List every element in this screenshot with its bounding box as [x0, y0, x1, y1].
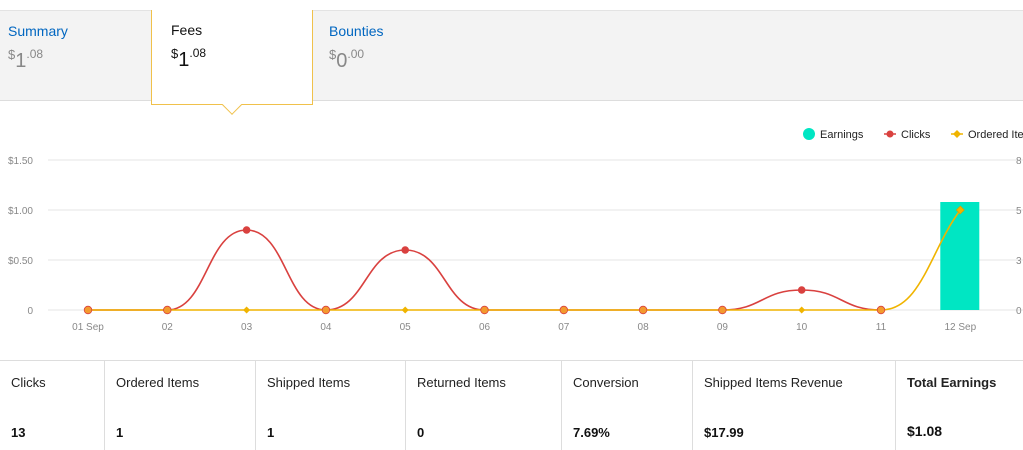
- stat-value: $1.08: [907, 423, 943, 439]
- clicks-legend-label: Clicks: [901, 129, 931, 141]
- x-axis-tick: 03: [241, 322, 253, 333]
- tab-summary-amount: $1.08: [8, 47, 43, 73]
- stat-value: 13: [11, 425, 26, 440]
- stat-value: 7.69%: [573, 425, 610, 440]
- legend-item-earnings[interactable]: Earnings: [803, 128, 864, 141]
- right-axis-tick: 5: [1016, 206, 1022, 217]
- x-axis-tick: 04: [320, 322, 332, 333]
- chart-grid: [48, 159, 1023, 311]
- tab-bounties[interactable]: Bounties $0.00: [321, 11, 481, 101]
- x-axis-tick: 01 Sep: [72, 322, 104, 333]
- ordered-items-marker: [401, 306, 409, 314]
- stat-label: Conversion: [573, 375, 639, 390]
- stat-label: Shipped Items: [267, 375, 351, 390]
- amount-integer: 0: [336, 50, 348, 72]
- tab-bounties-title: Bounties: [329, 23, 384, 39]
- amount-integer: 1: [15, 50, 27, 72]
- earnings-legend-marker: [803, 128, 815, 140]
- x-axis-tick: 12 Sep: [944, 322, 976, 333]
- stat-total-earnings: Total Earnings $1.08: [895, 361, 1023, 450]
- right-axis-tick: 3: [1016, 256, 1022, 267]
- amount-integer: 1: [178, 49, 190, 71]
- stat-label: Ordered Items: [116, 375, 200, 390]
- amount-decimal: .08: [189, 46, 207, 60]
- left-axis-tick: 0: [27, 306, 33, 317]
- stat-conversion: Conversion 7.69%: [561, 361, 692, 450]
- clicks-marker: [242, 226, 251, 234]
- x-axis-tick: 08: [638, 322, 650, 333]
- stats-row: Clicks 13 Ordered Items 1 Shipped Items …: [0, 360, 1023, 450]
- tab-summary-title: Summary: [8, 23, 68, 39]
- tab-fees[interactable]: Fees $1.08: [151, 10, 313, 115]
- ordered-legend-marker: [953, 130, 961, 138]
- ordered-legend-label: Ordered Items: [968, 129, 1023, 141]
- stat-label: Shipped Items Revenue: [704, 375, 843, 390]
- earnings-bars: [940, 202, 980, 310]
- tab-fees-title: Fees: [171, 22, 203, 38]
- earnings-chart: Earnings Clicks Ordered Items 0 $0.50 $1.0…: [8, 128, 1023, 333]
- stat-value: 1: [116, 425, 124, 440]
- stat-value: $17.99: [704, 425, 744, 440]
- legend-item-ordered-items[interactable]: Ordered Items: [951, 129, 1023, 141]
- right-axis-tick: 8: [1016, 156, 1022, 167]
- stat-label: Clicks: [11, 375, 46, 390]
- tab-summary[interactable]: Summary $1.08: [0, 11, 151, 101]
- ordered-items-marker: [243, 306, 251, 314]
- x-axis-tick: 09: [717, 322, 729, 333]
- earnings-bar: [940, 202, 980, 310]
- clicks-marker: [321, 305, 331, 315]
- x-axis-tick: 02: [162, 322, 174, 333]
- x-axis-tick: 06: [479, 322, 491, 333]
- stat-shipped-items: Shipped Items 1: [255, 361, 405, 450]
- x-axis-tick: 10: [796, 322, 808, 333]
- clicks-line: [88, 229, 882, 311]
- stat-label: Total Earnings: [907, 375, 997, 390]
- amount-decimal: .08: [26, 47, 44, 61]
- report-tabs: Summary $1.08 Fees $1.08 Bounties $0.00: [0, 10, 1023, 115]
- clicks-marker: [401, 246, 410, 254]
- stat-shipped-items-revenue: Shipped Items Revenue $17.99: [692, 361, 895, 450]
- x-axis-tick: 11: [876, 322, 887, 333]
- stat-label: Returned Items: [417, 375, 506, 390]
- left-axis-tick: $1.50: [8, 156, 33, 167]
- amount-decimal: .00: [347, 47, 365, 61]
- chart-legend: Earnings Clicks Ordered Items: [803, 128, 1023, 141]
- clicks-marker: [163, 305, 172, 315]
- axis-labels: 0$0.50$1.00$1.50035801 Sep 02 03 04 05 06 07 08…: [8, 156, 1022, 333]
- clicks-legend-marker: [886, 130, 894, 138]
- ordered-items-marker: [798, 306, 806, 314]
- left-axis-tick: $1.00: [8, 206, 33, 217]
- stat-value: 0: [417, 425, 425, 440]
- clicks-marker: [718, 305, 727, 315]
- left-axis-tick: $0.50: [8, 256, 33, 267]
- earnings-legend-label: Earnings: [820, 129, 864, 141]
- clicks-marker: [876, 305, 886, 315]
- x-axis-tick: 07: [558, 322, 570, 333]
- stat-clicks: Clicks 13: [0, 361, 104, 450]
- tab-fees-amount: $1.08: [171, 46, 206, 72]
- clicks-marker: [638, 305, 648, 315]
- clicks-marker: [83, 305, 93, 315]
- clicks-marker: [480, 305, 489, 315]
- x-axis-tick: 05: [400, 322, 412, 333]
- stat-value: 1: [267, 425, 275, 440]
- stat-ordered-items: Ordered Items 1: [104, 361, 255, 450]
- tab-bounties-amount: $0.00: [329, 47, 364, 73]
- clicks-marker: [559, 305, 568, 315]
- clicks-marker: [797, 286, 806, 294]
- stat-returned-items: Returned Items 0: [405, 361, 561, 450]
- legend-item-clicks[interactable]: Clicks: [884, 129, 931, 141]
- right-axis-tick: 0: [1016, 306, 1022, 317]
